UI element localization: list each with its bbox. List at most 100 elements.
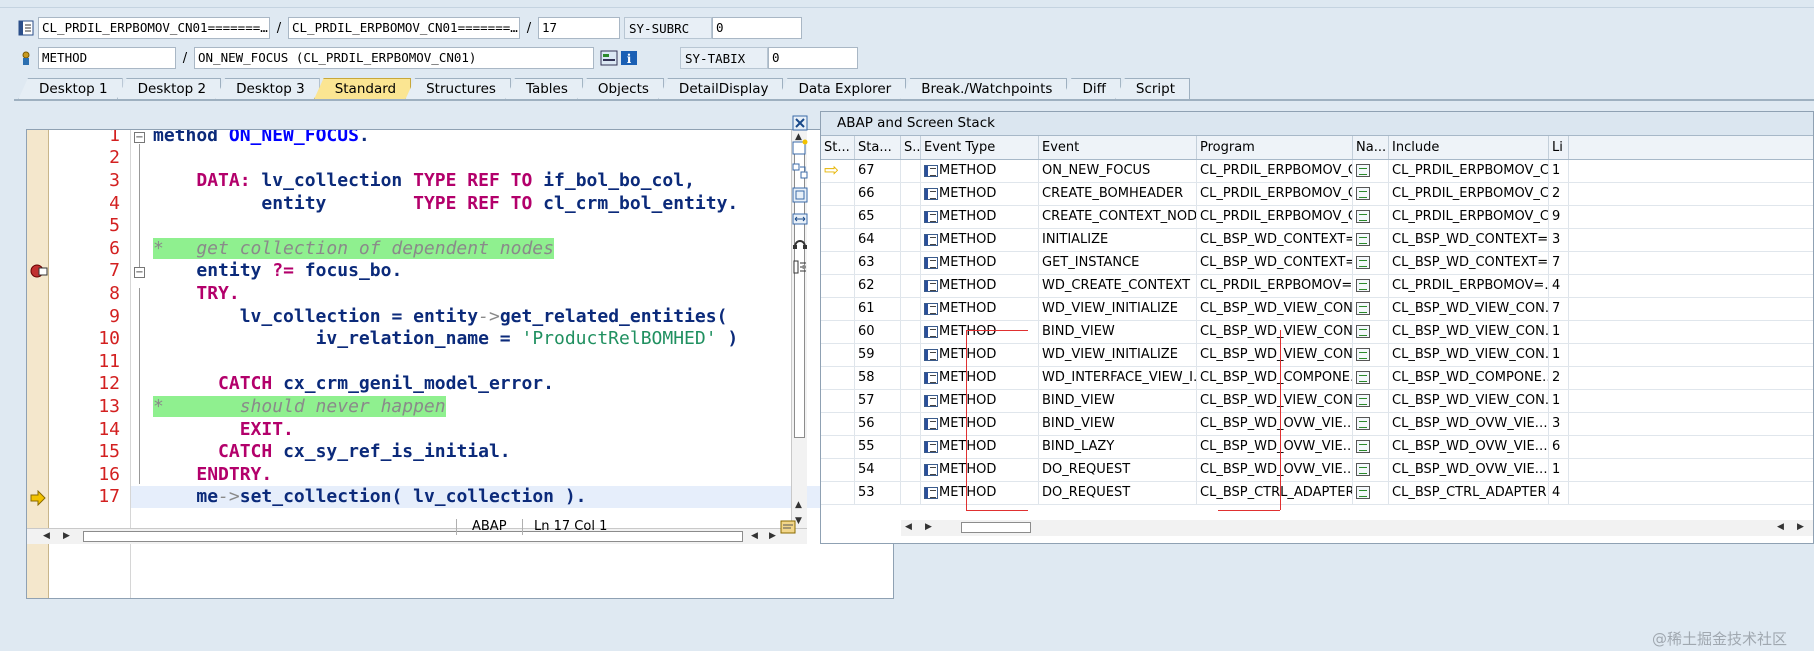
navigate-icon[interactable] bbox=[1356, 233, 1370, 246]
table-row[interactable]: 66 METHOD CREATE_BOMHEADER CL_PRDIL_ERPBOMO… bbox=[821, 183, 1813, 206]
fold-toggle[interactable]: − bbox=[133, 130, 147, 147]
navigate-icon[interactable] bbox=[1356, 302, 1370, 315]
table-row[interactable]: 61 METHOD WD_VIEW_INITIALIZE CL_BSP_WD_VIEW… bbox=[821, 298, 1813, 321]
event-type-cell: METHOD bbox=[921, 252, 1039, 274]
navigate-icon[interactable] bbox=[1356, 256, 1370, 269]
code-line-16: ENDTRY. bbox=[196, 464, 273, 485]
column-header[interactable]: Li bbox=[1549, 136, 1569, 159]
column-header[interactable]: Sta... bbox=[855, 136, 901, 159]
close-icon[interactable] bbox=[790, 113, 810, 133]
column-header[interactable]: Event Type bbox=[921, 136, 1039, 159]
method-icon bbox=[924, 187, 938, 200]
navigate-cell[interactable] bbox=[1353, 482, 1389, 504]
navigate-icon[interactable] bbox=[1356, 463, 1370, 476]
table-row[interactable]: 57 METHOD BIND_VIEW CL_BSP_WD_VIEW_CON… CL_B… bbox=[821, 390, 1813, 413]
navigate-icon[interactable] bbox=[1356, 164, 1370, 177]
tab-script[interactable]: Script bbox=[1114, 78, 1191, 100]
navigate-icon[interactable] bbox=[1356, 394, 1370, 407]
navigate-cell[interactable] bbox=[1353, 183, 1389, 205]
sy-subrc-value[interactable]: 0 bbox=[712, 17, 802, 39]
tab-diff[interactable]: Diff bbox=[1061, 78, 1121, 100]
main-program-field[interactable]: CL_PRDIL_ERPBOMOV_CN01=======… bbox=[38, 17, 270, 39]
navigate-icon[interactable] bbox=[1356, 371, 1370, 384]
stack-hscroll-thumb[interactable] bbox=[961, 522, 1031, 533]
navigate-cell[interactable] bbox=[1353, 160, 1389, 182]
column-header[interactable]: St... bbox=[821, 136, 855, 159]
navigate-icon[interactable] bbox=[1356, 279, 1370, 292]
navigate-icon[interactable] bbox=[1356, 417, 1370, 430]
new-tool-icon[interactable] bbox=[790, 137, 810, 157]
line-field[interactable]: 17 bbox=[538, 17, 620, 39]
breakpoint-icon[interactable] bbox=[30, 263, 48, 279]
table-row[interactable]: 53 METHOD DO_REQUEST CL_BSP_CTRL_ADAPTER… CL… bbox=[821, 482, 1813, 505]
navigate-cell[interactable] bbox=[1353, 229, 1389, 251]
tab-objects[interactable]: Objects bbox=[576, 78, 664, 100]
editor-settings-icon[interactable] bbox=[780, 519, 796, 539]
event-type-cell: METHOD bbox=[921, 459, 1039, 481]
navigate-cell[interactable] bbox=[1353, 436, 1389, 458]
navigate-cell[interactable] bbox=[1353, 321, 1389, 343]
navigate-icon[interactable] bbox=[1356, 187, 1370, 200]
table-row[interactable]: 62 METHOD WD_CREATE_CONTEXT CL_PRDIL_ERPBOM… bbox=[821, 275, 1813, 298]
event-cell: ON_NEW_FOCUS bbox=[1039, 160, 1197, 182]
include-cell: CL_BSP_WD_VIEW_CON… bbox=[1389, 390, 1549, 412]
maximize-icon[interactable] bbox=[790, 185, 810, 205]
table-row[interactable]: 65 METHOD CREATE_CONTEXT_NOD… CL_PRDIL_ERPB… bbox=[821, 206, 1813, 229]
stack-horizontal-scrollbar[interactable]: ◀ ▶ ◀ ▶ bbox=[901, 520, 1813, 536]
tab-desktop-3[interactable]: Desktop 3 bbox=[215, 78, 320, 100]
table-row[interactable]: 59 METHOD WD_VIEW_INITIALIZE CL_BSP_WD_VIEW… bbox=[821, 344, 1813, 367]
event-type-field[interactable]: METHOD bbox=[38, 47, 176, 69]
navigate-cell[interactable] bbox=[1353, 344, 1389, 366]
separator: / bbox=[276, 20, 282, 36]
navigate-icon[interactable] bbox=[1356, 348, 1370, 361]
table-row[interactable]: 63 METHOD GET_INSTANCE CL_BSP_WD_CONTEXT=… C… bbox=[821, 252, 1813, 275]
navigate-cell[interactable] bbox=[1353, 459, 1389, 481]
column-header[interactable]: Na... bbox=[1353, 136, 1389, 159]
table-row[interactable]: 60 METHOD BIND_VIEW CL_BSP_WD_VIEW_CON… CL_B… bbox=[821, 321, 1813, 344]
event-type-cell: METHOD bbox=[921, 436, 1039, 458]
navigate-cell[interactable] bbox=[1353, 206, 1389, 228]
navigate-icon[interactable] bbox=[1356, 325, 1370, 338]
navigate-cell[interactable] bbox=[1353, 298, 1389, 320]
tab-data-explorer[interactable]: Data Explorer bbox=[777, 78, 907, 100]
tab-tables[interactable]: Tables bbox=[504, 78, 583, 100]
column-header[interactable]: S.. bbox=[901, 136, 921, 159]
tab-standard[interactable]: Standard bbox=[313, 78, 412, 100]
navigate-icon[interactable] bbox=[1356, 440, 1370, 453]
column-header[interactable]: Program bbox=[1197, 136, 1353, 159]
navigate-icon[interactable] bbox=[1356, 210, 1370, 223]
tab-detaildisplay[interactable]: DetailDisplay bbox=[657, 78, 784, 100]
include-field[interactable]: CL_PRDIL_ERPBOMOV_CN01=======… bbox=[288, 17, 520, 39]
sy-tabix-value[interactable]: 0 bbox=[768, 47, 858, 69]
settings-icon[interactable] bbox=[790, 257, 810, 277]
table-row[interactable]: 58 METHOD WD_INTERFACE_VIEW_I… CL_BSP_WD_CO… bbox=[821, 367, 1813, 390]
column-header[interactable]: Include bbox=[1389, 136, 1549, 159]
event-name-field[interactable]: ON_NEW_FOCUS (CL_PRDIL_ERPBOMOV_CN01) bbox=[194, 47, 594, 69]
fold-toggle[interactable]: − bbox=[133, 260, 147, 282]
tab-break-watchpoints[interactable]: Break./Watchpoints bbox=[900, 78, 1068, 100]
navigate-cell[interactable] bbox=[1353, 367, 1389, 389]
column-header[interactable]: Event bbox=[1039, 136, 1197, 159]
services-icon[interactable] bbox=[790, 233, 810, 253]
navigate-cell[interactable] bbox=[1353, 413, 1389, 435]
include-cell: CL_BSP_WD_CONTEXT=… bbox=[1389, 252, 1549, 274]
tab-desktop-1[interactable]: Desktop 1 bbox=[18, 78, 123, 100]
current-marker: ⇨ bbox=[821, 160, 855, 182]
navigate-cell[interactable] bbox=[1353, 390, 1389, 412]
table-row[interactable]: 55 METHOD BIND_LAZY CL_BSP_WD_OVW_VIE… CL_BS… bbox=[821, 436, 1813, 459]
navigate-icon[interactable] bbox=[1356, 486, 1370, 499]
navigate-cell[interactable] bbox=[1353, 252, 1389, 274]
table-row[interactable]: 54 METHOD DO_REQUEST CL_BSP_WD_OVW_VIE… CL_B… bbox=[821, 459, 1813, 482]
tab-desktop-2[interactable]: Desktop 2 bbox=[116, 78, 222, 100]
display-icon[interactable] bbox=[600, 50, 618, 66]
table-row[interactable]: 56 METHOD BIND_VIEW CL_BSP_WD_OVW_VIE… CL_BS… bbox=[821, 413, 1813, 436]
resize-icon[interactable] bbox=[790, 209, 810, 229]
table-row[interactable]: ⇨ 67 METHOD ON_NEW_FOCUS CL_PRDIL_ERPBOMOV_C… bbox=[821, 160, 1813, 183]
line-number: 7 bbox=[109, 260, 120, 281]
swap-tool-icon[interactable] bbox=[790, 161, 810, 181]
svg-text:i: i bbox=[627, 52, 632, 66]
navigate-cell[interactable] bbox=[1353, 275, 1389, 297]
tab-structures[interactable]: Structures bbox=[405, 78, 511, 100]
table-row[interactable]: 64 METHOD INITIALIZE CL_BSP_WD_CONTEXT=… CL_… bbox=[821, 229, 1813, 252]
info-icon[interactable]: i bbox=[620, 50, 637, 66]
